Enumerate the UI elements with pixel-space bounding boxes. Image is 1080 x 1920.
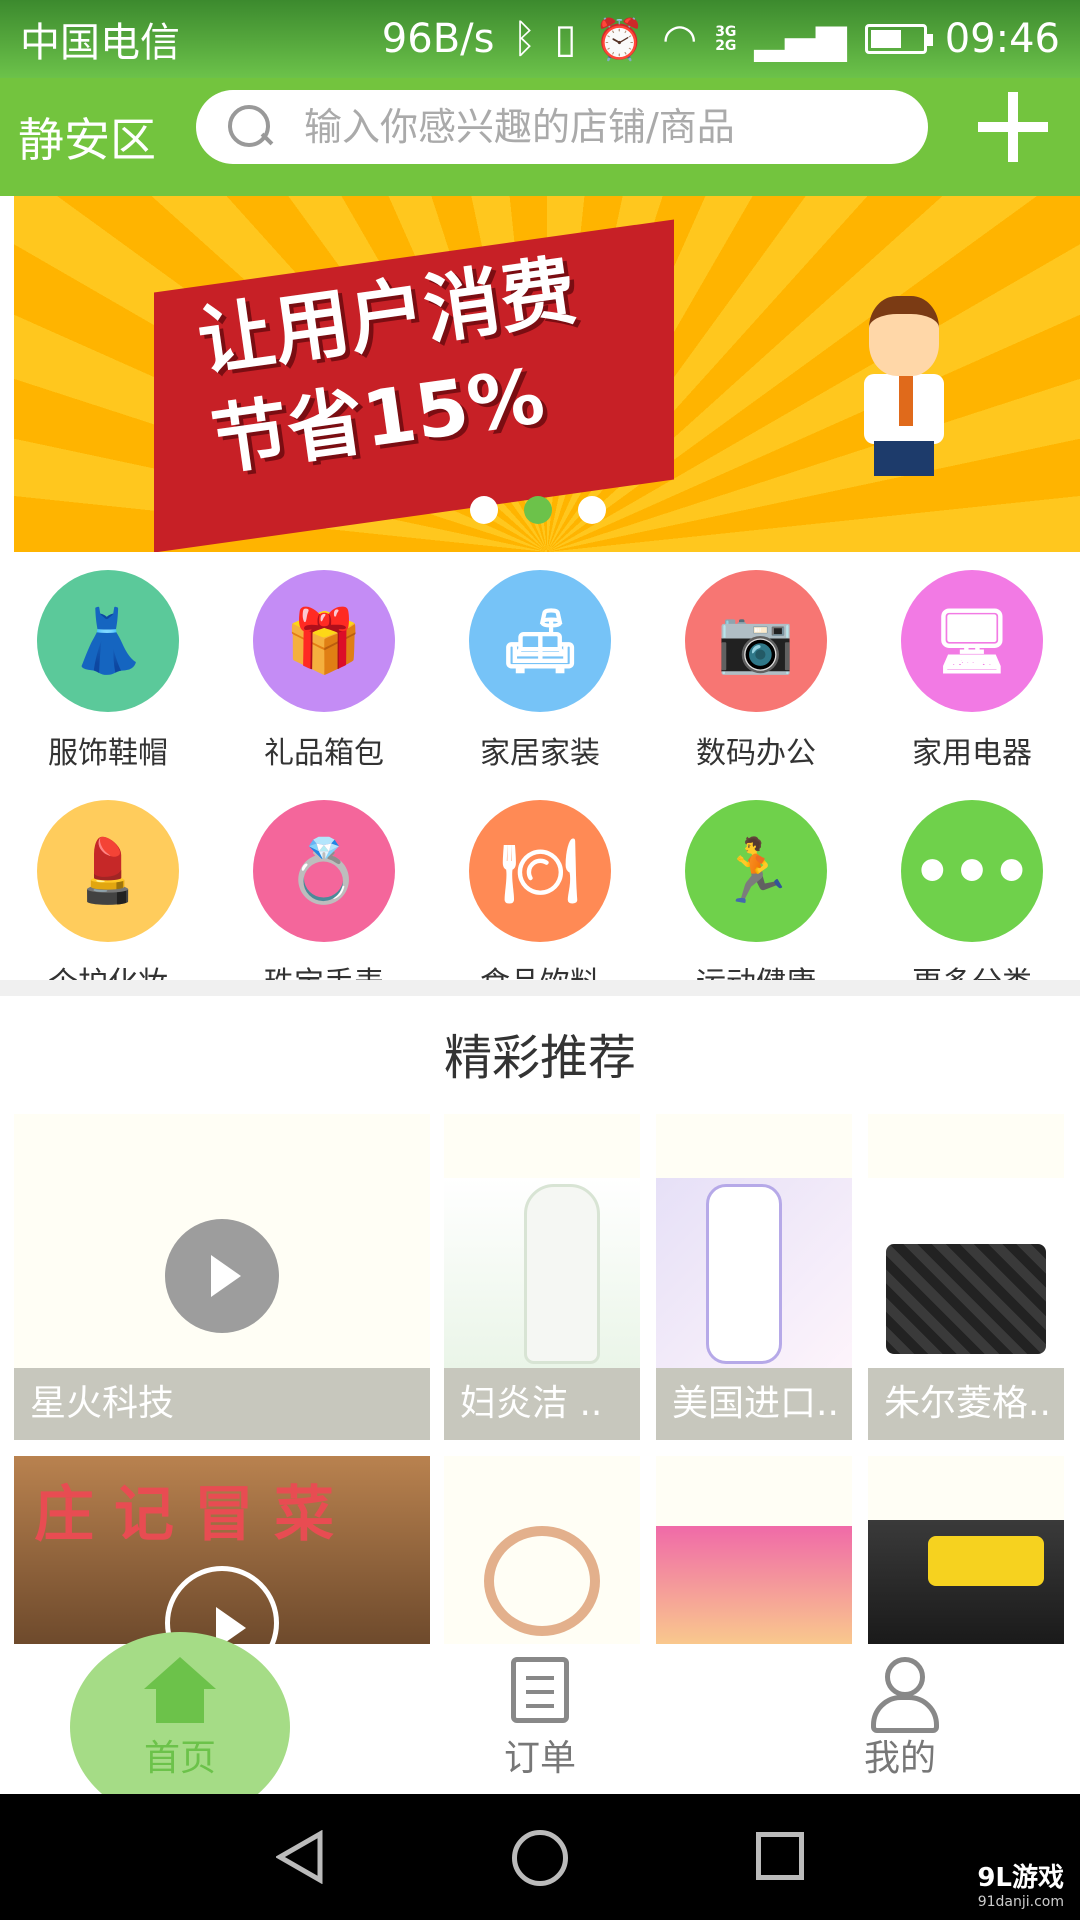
- vibrate-icon: ▯: [554, 16, 577, 62]
- network-speed: 96B/s: [381, 16, 495, 62]
- status-icons: 96B/s ᛒ ▯ ⏰ ◠ 3G 2G ▂▄▆ 09:46: [382, 16, 1060, 63]
- category-label: 服饰鞋帽: [48, 736, 168, 771]
- search-bar[interactable]: [196, 90, 928, 164]
- search-input[interactable]: [302, 104, 902, 150]
- category-item[interactable]: 🏃运动健康: [648, 800, 864, 1002]
- food-cloche-icon: 🍽: [469, 800, 611, 942]
- recommend-item[interactable]: 妇炎洁 ..: [444, 1114, 640, 1440]
- watermark-brand: 9L游戏: [977, 1863, 1064, 1893]
- nav-mine[interactable]: 我的: [780, 1644, 1020, 1794]
- cosmetics-icon: 💄: [37, 800, 179, 942]
- nav-home-label: 首页: [143, 1738, 216, 1779]
- category-item[interactable]: •••更多分类: [864, 800, 1080, 1002]
- ring-icon: 💍: [253, 800, 395, 942]
- recent-apps-icon[interactable]: [756, 1832, 804, 1880]
- wifi-icon: ◠: [662, 16, 698, 62]
- home-icon: [144, 1657, 216, 1723]
- clock: 09:46: [944, 16, 1060, 62]
- category-label: 礼品箱包: [264, 736, 384, 771]
- recommend-title: 精彩推荐: [443, 1030, 636, 1086]
- monitor-icon: 🖥: [901, 570, 1043, 712]
- network-type: 3G 2G: [715, 25, 736, 53]
- category-label: 数码办公: [696, 736, 816, 771]
- recommend-item[interactable]: 星火科技: [14, 1114, 430, 1440]
- district-selector[interactable]: 静安区: [18, 104, 188, 170]
- watermark-url: 91danji.com: [977, 1894, 1064, 1910]
- category-item[interactable]: 💄个护化妆: [0, 800, 216, 1002]
- system-nav-bar: 9L游戏 91danji.com: [0, 1794, 1080, 1920]
- camera-icon: 📷: [685, 570, 827, 712]
- product-image-snack: [656, 1526, 852, 1644]
- gift-icon: 🎁: [253, 570, 395, 712]
- status-bar: 中国电信 96B/s ᛒ ▯ ⏰ ◠ 3G 2G ▂▄▆ 09:46: [0, 0, 1080, 78]
- dress-icon: 👗: [37, 570, 179, 712]
- battery-icon: [864, 24, 933, 54]
- category-item[interactable]: 🎁 礼品箱包: [216, 570, 432, 772]
- banner-dot-2[interactable]: [524, 496, 552, 524]
- recommend-item[interactable]: [444, 1456, 640, 1644]
- home-circle-icon[interactable]: [512, 1830, 568, 1886]
- nav-orders-label: 订单: [503, 1738, 576, 1779]
- clipboard-icon: [511, 1657, 569, 1723]
- running-icon: 🏃: [685, 800, 827, 942]
- item-caption: 妇炎洁 ..: [444, 1368, 640, 1440]
- back-icon[interactable]: [276, 1830, 324, 1884]
- recommend-item[interactable]: 朱尔菱格..: [868, 1114, 1064, 1440]
- watermark: 9L游戏 91danji.com: [977, 1857, 1064, 1910]
- cartoon-man-illustration: [844, 296, 964, 476]
- search-icon: [224, 101, 276, 153]
- category-grid: 👗 服饰鞋帽 🎁 礼品箱包 🛋 家居家装 📷 数码办公 🖥 家用电器 💄个护化妆💍珠宝手表🍽食品饮料…: [0, 570, 1080, 1002]
- recommend-item[interactable]: 美国进口..: [656, 1114, 852, 1440]
- category-item[interactable]: 📷 数码办公: [648, 570, 864, 772]
- banner-dot-3[interactable]: [578, 496, 606, 524]
- item-caption: 美国进口..: [656, 1368, 852, 1440]
- category-label: 家用电器: [912, 736, 1032, 771]
- bottle-shape: [706, 1184, 782, 1364]
- nav-home[interactable]: 首页: [60, 1632, 300, 1822]
- nav-orders[interactable]: 订单: [420, 1644, 660, 1794]
- bottom-nav: 首页 订单 我的: [0, 1632, 1080, 1822]
- plus-icon[interactable]: [978, 92, 1048, 162]
- ring-shape: [484, 1526, 600, 1636]
- play-icon[interactable]: [165, 1219, 279, 1333]
- category-item[interactable]: 🛋 家居家装: [432, 570, 648, 772]
- category-item[interactable]: 🍽食品饮料: [432, 800, 648, 1002]
- category-item[interactable]: 💍珠宝手表: [216, 800, 432, 1002]
- bluetooth-icon: ᛒ: [512, 16, 537, 62]
- jerky-label: [928, 1536, 1044, 1586]
- recommend-item[interactable]: 庄记冒菜: [14, 1456, 430, 1644]
- item-caption: 朱尔菱格..: [868, 1368, 1064, 1440]
- carrier-name: 中国电信: [20, 20, 180, 66]
- recommend-item[interactable]: [656, 1456, 852, 1644]
- nav-mine-label: 我的: [863, 1738, 936, 1779]
- person-icon: [867, 1657, 939, 1733]
- recommend-item[interactable]: [868, 1456, 1064, 1644]
- item-caption: 星火科技: [14, 1368, 430, 1440]
- category-item[interactable]: 👗 服饰鞋帽: [0, 570, 216, 772]
- section-divider: [0, 980, 1080, 996]
- shop-sign: 庄记冒菜: [34, 1480, 354, 1550]
- signal-icon: ▂▄▆: [754, 16, 847, 62]
- bottle-shape: [524, 1184, 600, 1364]
- app-header: 静安区: [0, 78, 1080, 196]
- bag-shape: [886, 1244, 1046, 1354]
- banner-pagination: [470, 496, 606, 524]
- more-dots-icon: •••: [901, 800, 1043, 942]
- sofa-icon: 🛋: [469, 570, 611, 712]
- category-item[interactable]: 🖥 家用电器: [864, 570, 1080, 772]
- network-type-bottom: 2G: [715, 38, 737, 54]
- banner-dot-1[interactable]: [470, 496, 498, 524]
- category-label: 家居家装: [480, 736, 600, 771]
- alarm-icon: ⏰: [594, 16, 645, 63]
- network-type-top: 3G: [715, 24, 737, 40]
